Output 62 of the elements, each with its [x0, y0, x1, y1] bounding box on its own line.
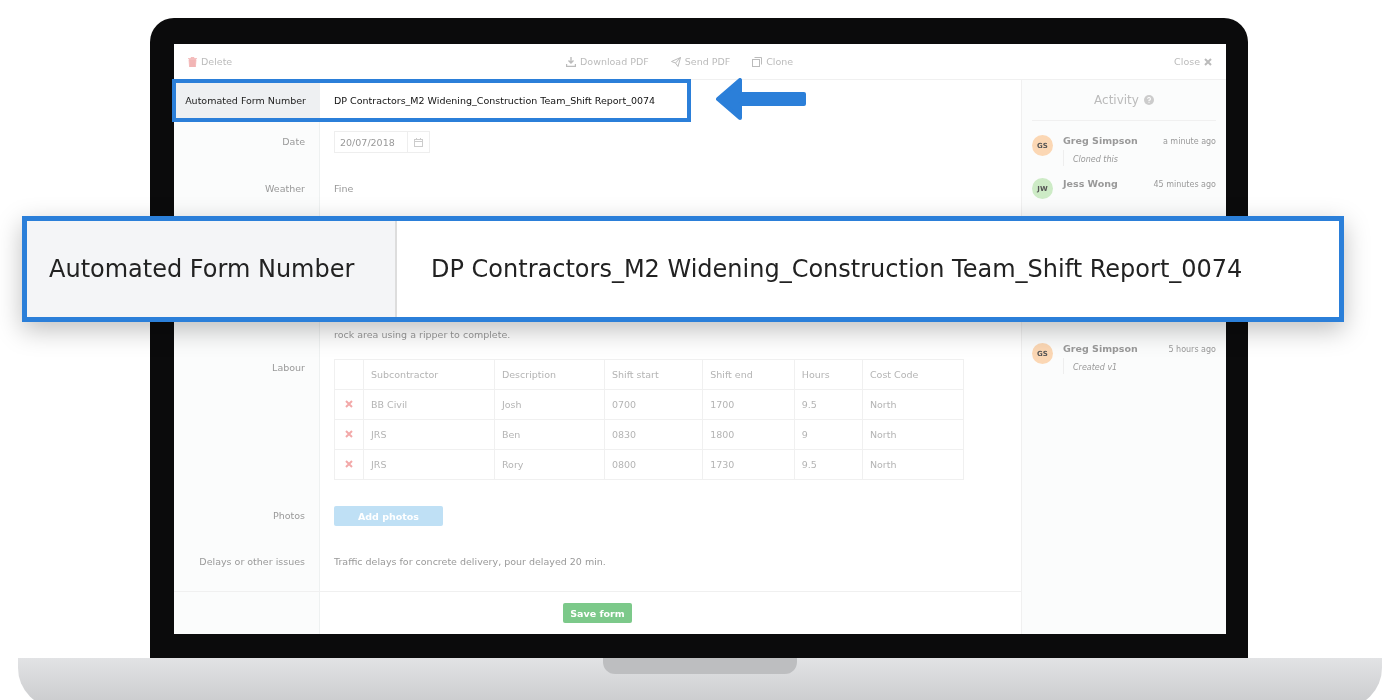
table-cell: Josh [494, 389, 605, 420]
column-header: Shift end [702, 359, 795, 390]
send-button[interactable]: Send PDF [670, 56, 731, 67]
field-label: Photos [272, 510, 305, 521]
table-cell: 0700 [604, 389, 703, 420]
column-header: Subcontractor [363, 359, 495, 390]
activity-note: Created v1 [1073, 363, 1118, 372]
trash-icon [188, 56, 197, 67]
column-header: Description [494, 359, 605, 390]
activity-note: Cloned this [1073, 155, 1118, 164]
table-cell: 1700 [702, 389, 795, 420]
timestamp: 45 minutes ago [1153, 180, 1216, 189]
save-form-button[interactable]: Save form [563, 603, 632, 623]
table-cell: Rory [494, 449, 605, 480]
delete-button[interactable]: Delete [188, 56, 233, 67]
table-cell: 1800 [702, 419, 795, 450]
table-cell: 9.5 [794, 389, 863, 420]
date-field[interactable]: 20/07/2018 [334, 131, 430, 153]
remove-icon[interactable] [345, 460, 353, 468]
field-label: Labour [272, 362, 305, 373]
column-header: Cost Code [862, 359, 964, 390]
remove-icon[interactable] [345, 430, 353, 438]
copy-icon [752, 56, 763, 67]
table-cell: North [862, 389, 964, 420]
table-cell: 9.5 [794, 449, 863, 480]
close-button[interactable]: Close [1174, 56, 1212, 67]
add-photos-button[interactable]: Add photos [334, 506, 443, 526]
field-value: rock area using a ripper to complete. [334, 329, 511, 340]
user-name: Greg Simpson [1063, 343, 1138, 354]
table-cell: JRS [363, 449, 495, 480]
callout-label: Automated Form Number [49, 255, 355, 283]
form-number-value: DP Contractors_M2 Widening_Construction Team_Shift Report_0074 [334, 95, 656, 106]
column-header: Shift start [604, 359, 703, 390]
clone-button[interactable]: Clone [752, 56, 794, 67]
panel-title: Activity [1094, 93, 1139, 107]
remove-icon[interactable] [345, 400, 353, 408]
calendar-icon [413, 137, 423, 147]
table-cell: 9 [794, 419, 863, 450]
close-icon [1204, 57, 1212, 66]
field-label: Automated Form Number [185, 95, 306, 106]
field-label: Date [282, 136, 305, 147]
callout-value: DP Contractors_M2 Widening_Construction Team_Shift Report_0074 [431, 255, 1243, 283]
field-label: Weather [265, 183, 305, 194]
table-cell: 0830 [604, 419, 703, 450]
paper-plane-icon [670, 56, 681, 67]
table-cell: BB Civil [363, 389, 495, 420]
help-icon[interactable] [1143, 95, 1154, 105]
user-name: Greg Simpson [1063, 135, 1138, 146]
table-cell: 0800 [604, 449, 703, 480]
table-cell: JRS [363, 419, 495, 450]
table-cell: North [862, 419, 964, 450]
download-button[interactable]: Download PDF [566, 56, 649, 67]
column-header: Hours [794, 359, 863, 390]
timestamp: a minute ago [1162, 137, 1216, 146]
timestamp: 5 hours ago [1168, 345, 1216, 354]
table-cell: North [862, 449, 964, 480]
field-label: Delays or other issues [199, 556, 305, 567]
download-icon [566, 56, 576, 67]
table-cell: 1730 [702, 449, 795, 480]
user-name: Jess Wong [1063, 178, 1118, 189]
table-cell: Ben [494, 419, 605, 450]
arrow-icon [716, 78, 806, 122]
